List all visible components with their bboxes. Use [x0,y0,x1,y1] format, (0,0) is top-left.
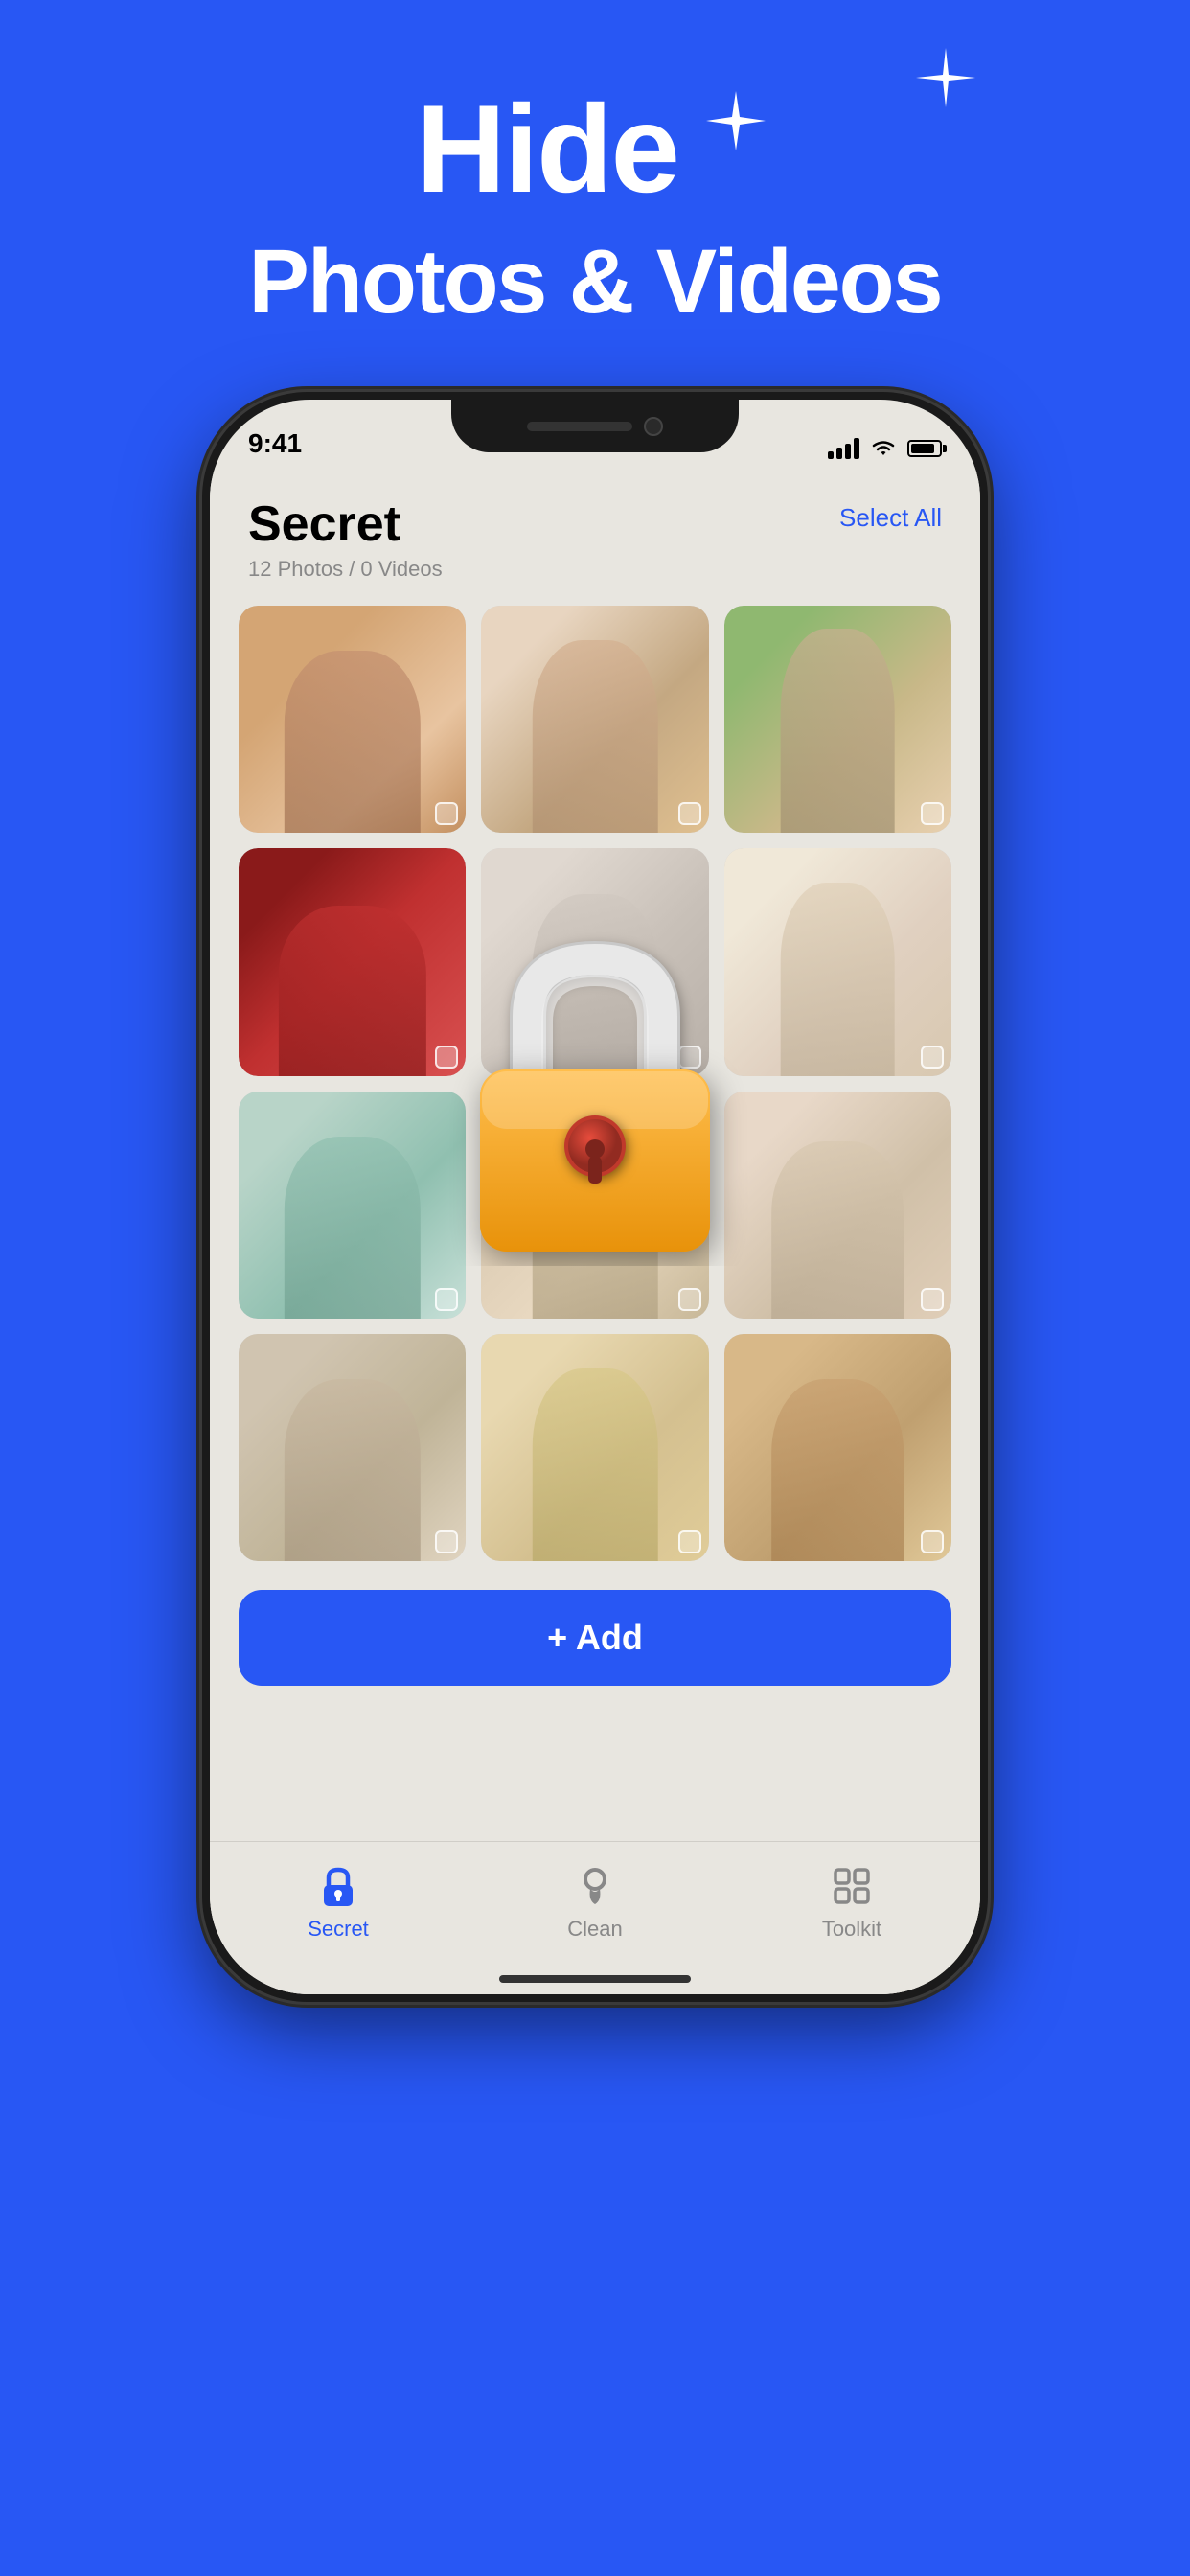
photo-grid [210,596,980,1571]
lock-tab-icon [316,1864,360,1908]
speaker [527,422,632,431]
photo-cell-12[interactable] [724,1334,951,1561]
tab-secret-label: Secret [308,1917,369,1942]
tab-clean-label: Clean [567,1917,622,1942]
photo-checkbox-3[interactable] [921,802,944,825]
tab-toolkit[interactable]: Toolkit [723,1861,980,1942]
add-button-label: + Add [547,1618,643,1658]
clean-icon [573,1864,617,1908]
photo-cell-4[interactable] [239,848,466,1075]
photo-cell-9[interactable] [724,1092,951,1319]
app-content: Secret 12 Photos / 0 Videos Select All [210,467,980,1994]
photo-checkbox-9[interactable] [921,1288,944,1311]
photo-checkbox-12[interactable] [921,1530,944,1553]
battery-fill [911,444,934,453]
home-indicator [499,1975,691,1983]
photo-checkbox-7[interactable] [435,1288,458,1311]
add-button[interactable]: + Add [239,1590,951,1686]
tab-clean[interactable]: Clean [467,1861,723,1942]
photo-cell-11[interactable] [481,1334,708,1561]
notch [451,400,739,452]
photo-cell-6[interactable] [724,848,951,1075]
toolkit-tab-icon [827,1861,877,1911]
header-section: Hide Photos & Videos [0,0,1190,334]
header-title-row: Hide [0,77,1190,220]
hide-title: Hide [416,77,678,220]
photo-checkbox-4[interactable] [435,1046,458,1069]
photo-cell-1[interactable] [239,606,466,833]
app-title: Secret [248,495,443,553]
signal-icon [828,438,859,459]
photo-cell-3[interactable] [724,606,951,833]
photo-checkbox-2[interactable] [678,802,701,825]
status-icons [828,438,942,459]
sparkle-right-icon [698,86,774,163]
photo-grid-container [210,596,980,1571]
front-camera [644,417,663,436]
photo-cell-8[interactable] [481,1092,708,1319]
phone-screen: 9:41 [210,400,980,1994]
clean-tab-icon [570,1861,620,1911]
tab-secret[interactable]: Secret [210,1861,467,1942]
app-title-group: Secret 12 Photos / 0 Videos [248,495,443,582]
sparkle-top-icon [912,48,979,115]
photo-cell-7[interactable] [239,1092,466,1319]
photo-checkbox-8[interactable] [678,1288,701,1311]
photo-cell-10[interactable] [239,1334,466,1561]
wifi-icon [869,438,898,459]
phone-body: 9:41 [202,392,988,2002]
toolkit-icon [830,1864,874,1908]
photo-checkbox-1[interactable] [435,802,458,825]
photo-checkbox-10[interactable] [435,1530,458,1553]
tab-toolkit-label: Toolkit [822,1917,881,1942]
select-all-button[interactable]: Select All [839,495,942,533]
photo-checkbox-5[interactable] [678,1046,701,1069]
app-header: Secret 12 Photos / 0 Videos Select All [210,467,980,596]
tab-bar: Secret Clean [210,1841,980,1994]
photo-cell-5[interactable] [481,848,708,1075]
photo-checkbox-6[interactable] [921,1046,944,1069]
header-subtitle: Photos & Videos [0,230,1190,334]
photo-count: 12 Photos / 0 Videos [248,557,443,582]
secret-tab-icon [313,1861,363,1911]
battery-icon [907,440,942,457]
photo-checkbox-11[interactable] [678,1530,701,1553]
photo-cell-2[interactable] [481,606,708,833]
status-time: 9:41 [248,428,302,459]
